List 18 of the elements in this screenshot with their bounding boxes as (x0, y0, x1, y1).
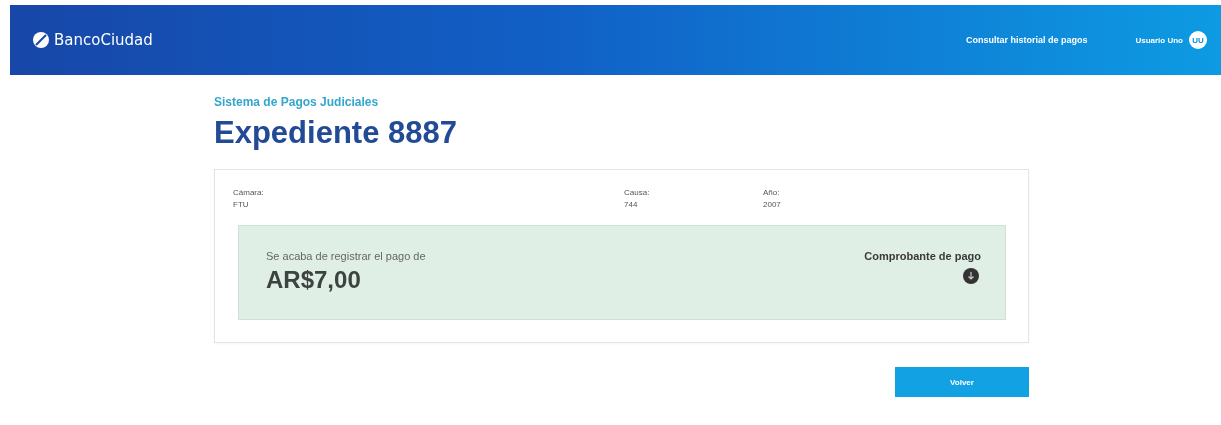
user-name: Usuario Uno (1135, 35, 1183, 45)
receipt-label: Comprobante de pago (864, 250, 981, 262)
field-label: Causa: (624, 188, 651, 197)
logo-icon (32, 31, 50, 49)
field-label: Año: (763, 188, 781, 197)
field-value: 2007 (763, 200, 782, 209)
back-button[interactable]: Volver (895, 367, 1029, 397)
confirmation-message: Se acaba de registrar el pago de (266, 250, 426, 262)
field-label: Cámara: (233, 188, 265, 197)
field-value: FTU (233, 200, 250, 209)
user-avatar[interactable]: UU (1189, 31, 1207, 49)
payment-history-link[interactable]: Consultar historial de pagos (965, 35, 1088, 45)
payment-amount: AR$7,00 (266, 266, 362, 294)
download-icon[interactable] (963, 268, 979, 284)
field-value: 744 (624, 200, 639, 209)
page-title: Expediente 8887 (214, 115, 458, 151)
brand-name: BancoCiudad (54, 31, 153, 49)
system-subtitle: Sistema de Pagos Judiciales (214, 95, 380, 109)
